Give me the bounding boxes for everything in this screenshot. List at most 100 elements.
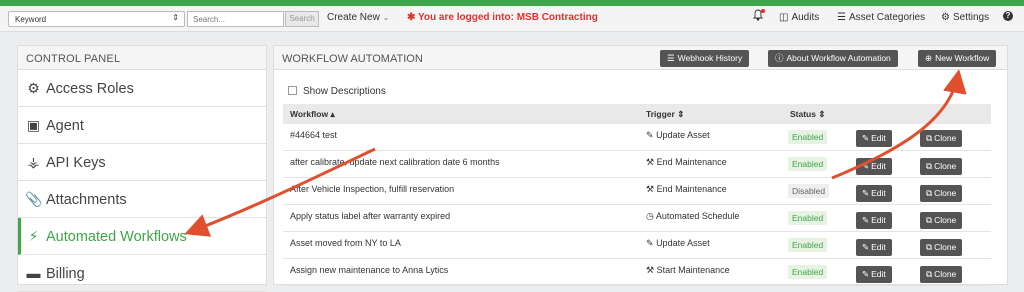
keyword-select[interactable]: Keyword ⇕ (8, 11, 185, 27)
logged-in-text: You are logged into: MSB Contracting (418, 12, 598, 23)
status-badge: Disabled (788, 184, 830, 198)
search-button[interactable]: Search (285, 11, 319, 27)
keyword-select-value: Keyword (15, 15, 47, 24)
edit-label: Edit (871, 133, 886, 143)
table-row: After Vehicle Inspection, fulfill reserv… (283, 178, 991, 205)
trigger-label: Automated Schedule (655, 211, 740, 221)
column-header-status[interactable]: Status ⇕ (790, 109, 825, 120)
clone-button[interactable]: ⧉ Clone (920, 239, 963, 256)
webhook-history-button[interactable]: ☰ Webhook History (660, 50, 750, 67)
sidebar-item-api-keys[interactable]: ⚶ API Keys (18, 144, 266, 181)
audits-icon: ◫ (779, 12, 789, 23)
clone-icon: ⧉ (926, 269, 933, 279)
edit-label: Edit (871, 215, 886, 225)
status-badge: Enabled (788, 265, 828, 279)
workflow-name[interactable]: after calibrate, update next calibration… (290, 157, 500, 167)
sort-icon: ⇕ (677, 109, 685, 119)
edit-button[interactable]: ✎ Edit (856, 212, 892, 229)
categories-icon: ☰ (837, 12, 846, 23)
edit-icon: ✎ (862, 269, 870, 279)
new-workflow-label: New Workflow (935, 53, 990, 63)
trigger-label: End Maintenance (656, 157, 727, 167)
edit-icon: ✎ (646, 130, 654, 140)
sidebar-item-attachments[interactable]: 📎 Attachments (18, 181, 266, 218)
credit-card-icon: ▬ (26, 265, 41, 281)
clone-label: Clone (934, 215, 957, 225)
nav-asset-categories[interactable]: ☰ Asset Categories (837, 12, 925, 23)
workflow-name[interactable]: #44664 test (290, 130, 337, 140)
sidebar-item-label: Agent (46, 118, 84, 134)
nav-settings-label: Settings (952, 12, 990, 23)
sidebar-item-label: API Keys (46, 155, 106, 171)
edit-button[interactable]: ✎ Edit (856, 239, 892, 256)
trigger-cell: ◷ Automated Schedule (646, 211, 739, 222)
workflow-name[interactable]: Asset moved from NY to LA (290, 238, 401, 248)
trigger-cell: ⚒ Start Maintenance (646, 265, 730, 276)
create-new-dropdown[interactable]: Create New ⌄ (327, 12, 389, 23)
sidebar-item-agent[interactable]: ▣ Agent (18, 107, 266, 144)
workflow-name[interactable]: After Vehicle Inspection, fulfill reserv… (290, 184, 454, 194)
control-panel-title: CONTROL PANEL (18, 46, 266, 70)
table-row: #44664 test ✎ Update Asset Enabled ✎ Edit ⧉ Cl… (283, 124, 991, 151)
clone-label: Clone (934, 188, 957, 198)
chevron-down-icon: ⌄ (382, 13, 390, 22)
top-navbar: Keyword ⇕ Search Create New ⌄ ✱ You are … (0, 6, 1024, 32)
table-row: Apply status label after warranty expire… (283, 205, 991, 232)
show-descriptions-toggle[interactable]: Show Descriptions (288, 86, 386, 97)
edit-icon: ✎ (646, 238, 654, 248)
bell-icon[interactable] (752, 9, 765, 24)
bolt-icon: ⚡︎ (28, 228, 39, 244)
sidebar-item-access-roles[interactable]: ⚙ Access Roles (18, 70, 266, 107)
column-header-label: Status (790, 109, 816, 119)
nav-settings[interactable]: ⚙ Settings (941, 12, 989, 23)
nav-audits[interactable]: ◫ Audits (779, 12, 819, 23)
trigger-cell: ⚒ End Maintenance (646, 184, 727, 195)
column-header-trigger[interactable]: Trigger ⇕ (646, 109, 684, 120)
clock-icon: ◷ (646, 211, 654, 221)
edit-icon: ✎ (862, 242, 870, 252)
wrench-icon: ⚒ (646, 157, 655, 167)
column-header-workflow[interactable]: Workflow ▴ (290, 109, 335, 120)
clone-button[interactable]: ⧉ Clone (920, 158, 963, 175)
column-header-label: Trigger (646, 109, 675, 119)
about-workflow-label: About Workflow Automation (786, 53, 891, 63)
edit-button[interactable]: ✎ Edit (856, 158, 892, 175)
new-workflow-button[interactable]: ⊕ New Workflow (918, 50, 997, 67)
show-descriptions-checkbox[interactable] (288, 86, 297, 95)
sidebar-item-label: Access Roles (46, 81, 134, 97)
clone-icon: ⧉ (926, 161, 933, 171)
about-workflow-button[interactable]: ⓘ About Workflow Automation (768, 50, 898, 67)
trigger-label: Update Asset (656, 238, 710, 248)
clone-label: Clone (934, 269, 957, 279)
edit-button[interactable]: ✎ Edit (856, 185, 892, 202)
table-row: after calibrate, update next calibration… (283, 151, 991, 178)
status-badge: Enabled (788, 157, 828, 171)
clone-icon: ⧉ (926, 188, 933, 198)
sidebar-item-label: Billing (46, 266, 85, 282)
sidebar-item-label: Attachments (46, 192, 127, 208)
edit-icon: ✎ (862, 188, 870, 198)
trigger-cell: ✎ Update Asset (646, 130, 710, 141)
help-icon[interactable]: ? (1003, 11, 1013, 21)
clone-button[interactable]: ⧉ Clone (920, 212, 963, 229)
sort-icon: ⇕ (818, 109, 826, 119)
edit-label: Edit (871, 269, 886, 279)
logged-in-message: ✱ You are logged into: MSB Contracting (407, 12, 598, 23)
monitor-icon: ▣ (26, 117, 41, 133)
sidebar-item-automated-workflows[interactable]: ⚡︎ Automated Workflows (18, 218, 266, 255)
select-arrows-icon: ⇕ (172, 13, 179, 22)
nav-asset-categories-label: Asset Categories (848, 12, 926, 23)
control-panel: CONTROL PANEL ⚙ Access Roles ▣ Agent ⚶ API … (17, 45, 267, 292)
edit-button[interactable]: ✎ Edit (856, 266, 892, 283)
sidebar-item-label: Automated Workflows (46, 229, 187, 245)
search-input[interactable] (187, 11, 284, 27)
workflow-name[interactable]: Apply status label after warranty expire… (290, 211, 450, 221)
clone-button[interactable]: ⧉ Clone (920, 185, 963, 202)
edit-icon: ✎ (862, 133, 870, 143)
wrench-icon: ⚒ (646, 184, 655, 194)
clone-icon: ⧉ (926, 133, 933, 143)
edit-label: Edit (871, 188, 886, 198)
clone-button[interactable]: ⧉ Clone (920, 130, 963, 147)
edit-button[interactable]: ✎ Edit (856, 130, 892, 147)
clone-button[interactable]: ⧉ Clone (920, 266, 963, 283)
